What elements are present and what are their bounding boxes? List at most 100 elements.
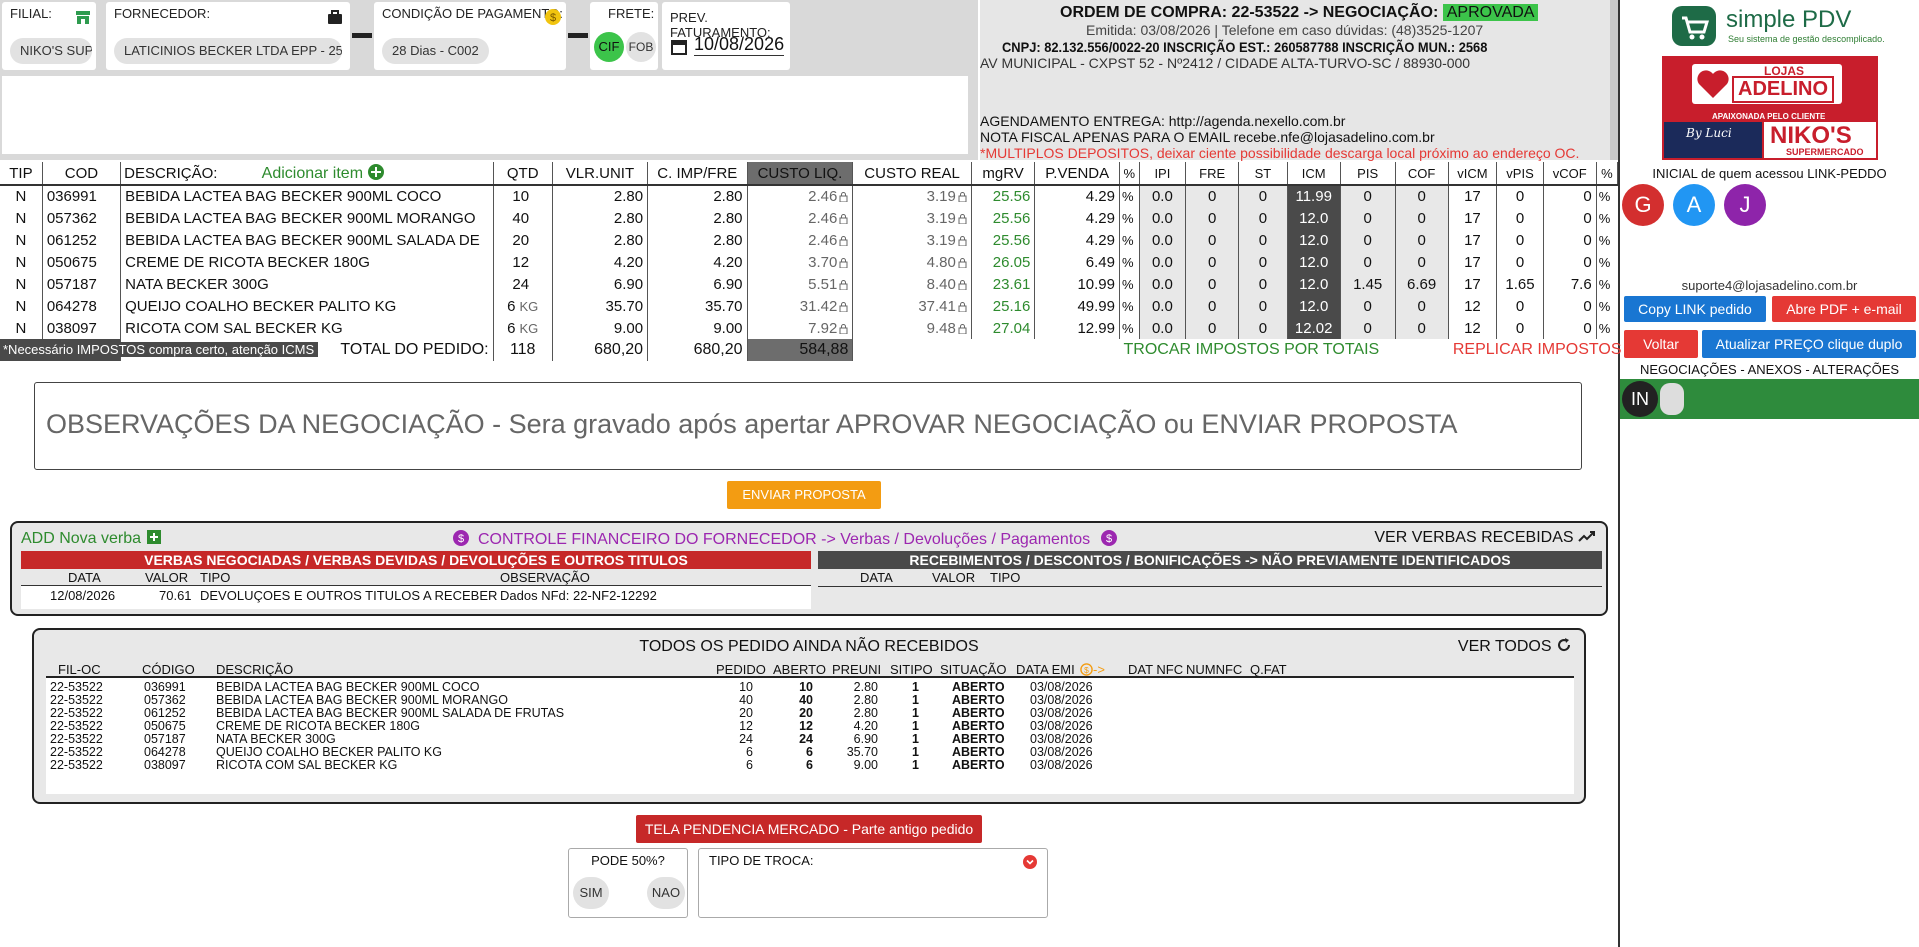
condicao-select[interactable]: CONDIÇÃO DE PAGAMENTO: $ 28 Dias - C002	[374, 2, 566, 70]
item-qtd[interactable]: 24	[493, 273, 553, 295]
item-pis[interactable]: 0	[1340, 229, 1396, 251]
item-p-venda[interactable]: 49.99	[1034, 295, 1120, 317]
item-ipi[interactable]: 0.0	[1139, 295, 1187, 317]
pedido-row[interactable]: 22-53522 036991 BEBIDA LACTEA BAG BECKER 9…	[46, 680, 1574, 694]
item-icm[interactable]: 11.99	[1287, 185, 1341, 207]
item-cof[interactable]: 0	[1395, 207, 1449, 229]
pedido-row[interactable]: 22-53522 038097 RICOTA COM SAL BECKER KG 6 6…	[46, 758, 1574, 772]
item-row[interactable]: N 057362 BEBIDA LACTEA BAG BECKER 900ML MO…	[0, 207, 1618, 229]
item-st[interactable]: 0	[1238, 229, 1288, 251]
item-p-venda[interactable]: 4.29	[1034, 185, 1120, 207]
item-fre[interactable]: 0	[1185, 185, 1240, 207]
item-st[interactable]: 0	[1238, 273, 1288, 295]
in-avatar[interactable]: IN	[1622, 381, 1658, 417]
item-pis[interactable]: 0	[1340, 251, 1396, 273]
item-p-venda[interactable]: 4.29	[1034, 229, 1120, 251]
ver-todos-button[interactable]: VER TODOS	[1458, 637, 1572, 656]
item-pis[interactable]: 1.45	[1340, 273, 1396, 295]
item-vlr-unit[interactable]: 6.90	[552, 273, 649, 295]
item-vlr-unit[interactable]: 35.70	[552, 295, 649, 317]
item-ipi[interactable]: 0.0	[1139, 251, 1187, 273]
add-verba-button[interactable]: ADD Nova verba	[21, 529, 162, 548]
sim-option[interactable]: SIM	[573, 877, 609, 909]
replicar-impostos-button[interactable]: REPLICAR IMPOSTOS	[1453, 341, 1622, 359]
item-icm[interactable]: 12.0	[1287, 229, 1341, 251]
item-row[interactable]: N 050675 CREME DE RICOTA BECKER 180G 12 4.20…	[0, 251, 1618, 273]
item-qtd[interactable]: 40	[493, 207, 553, 229]
item-fre[interactable]: 0	[1185, 229, 1240, 251]
item-icm[interactable]: 12.02	[1287, 317, 1341, 339]
item-p-venda[interactable]: 4.29	[1034, 207, 1120, 229]
item-fre[interactable]: 0	[1185, 251, 1240, 273]
item-row[interactable]: N 057187 NATA BECKER 300G 24 6.90 6.90 5.51 8.4…	[0, 273, 1618, 295]
pedido-row[interactable]: 22-53522 064278 QUEIJO COALHO BECKER PALIT…	[46, 745, 1574, 759]
item-qtd[interactable]: 10	[493, 185, 553, 207]
item-st[interactable]: 0	[1238, 317, 1288, 339]
item-row[interactable]: N 036991 BEBIDA LACTEA BAG BECKER 900ML CO…	[0, 185, 1618, 207]
item-fre[interactable]: 0	[1185, 273, 1240, 295]
item-vlr-unit[interactable]: 2.80	[552, 185, 649, 207]
item-row[interactable]: N 061252 BEBIDA LACTEA BAG BECKER 900ML SA…	[0, 229, 1618, 251]
item-icm[interactable]: 12.0	[1287, 273, 1341, 295]
item-vlr-unit[interactable]: 9.00	[552, 317, 649, 339]
agendamento-link[interactable]: AGENDAMENTO ENTREGA: http://agenda.nexel…	[980, 113, 1345, 129]
trocar-impostos-button[interactable]: TROCAR IMPOSTOS POR TOTAIS	[1123, 341, 1379, 359]
item-fre[interactable]: 0	[1185, 295, 1240, 317]
pedido-row[interactable]: 22-53522 050675 CREME DE RICOTA BECKER 180…	[46, 719, 1574, 733]
item-vlr-unit[interactable]: 4.20	[552, 251, 649, 273]
item-cof[interactable]: 6.69	[1395, 273, 1449, 295]
item-icm[interactable]: 12.0	[1287, 251, 1341, 273]
pedido-row[interactable]: 22-53522 057187 NATA BECKER 300G 24 24 6.90 1 A…	[46, 732, 1574, 746]
user-avatar[interactable]: A	[1673, 184, 1715, 226]
item-pis[interactable]: 0	[1340, 185, 1396, 207]
item-ipi[interactable]: 0.0	[1139, 229, 1187, 251]
item-cof[interactable]: 0	[1395, 229, 1449, 251]
filial-select[interactable]: FILIAL: NIKO'S SUP...	[2, 2, 96, 70]
item-cof[interactable]: 0	[1395, 317, 1449, 339]
order-scrollbar[interactable]	[1610, 0, 1618, 160]
pedido-row[interactable]: 22-53522 061252 BEBIDA LACTEA BAG BECKER 9…	[46, 706, 1574, 720]
item-cof[interactable]: 0	[1395, 295, 1449, 317]
item-qtd[interactable]: 6 KG	[493, 295, 553, 317]
fornecedor-select[interactable]: FORNECEDOR: LATICINIOS BECKER LTDA EPP -…	[106, 2, 350, 70]
item-pis[interactable]: 0	[1340, 207, 1396, 229]
item-cof[interactable]: 0	[1395, 251, 1449, 273]
item-icm[interactable]: 12.0	[1287, 207, 1341, 229]
user-avatar[interactable]: G	[1622, 184, 1664, 226]
verba-row[interactable]: 12/08/2026 70.61 DEVOLUÇOES E OUTROS TITUL…	[21, 586, 811, 604]
prev-faturamento-input[interactable]: 10/08/2026	[694, 34, 784, 56]
item-p-venda[interactable]: 12.99	[1034, 317, 1120, 339]
item-st[interactable]: 0	[1238, 185, 1288, 207]
item-ipi[interactable]: 0.0	[1139, 207, 1187, 229]
item-icm[interactable]: 12.0	[1287, 295, 1341, 317]
voltar-button[interactable]: Voltar	[1624, 330, 1698, 358]
observation-textarea-top[interactable]	[2, 76, 968, 154]
tela-pendencia-button[interactable]: TELA PENDENCIA MERCADO - Parte antigo pe…	[636, 815, 982, 843]
item-p-venda[interactable]: 6.49	[1034, 251, 1120, 273]
item-st[interactable]: 0	[1238, 295, 1288, 317]
item-pis[interactable]: 0	[1340, 317, 1396, 339]
item-qtd[interactable]: 6 KG	[493, 317, 553, 339]
item-row[interactable]: N 064278 QUEIJO COALHO BECKER PALITO KG 6 KG…	[0, 295, 1618, 317]
item-qtd[interactable]: 20	[493, 229, 553, 251]
user-avatar[interactable]: J	[1724, 184, 1766, 226]
item-row[interactable]: N 038097 RICOTA COM SAL BECKER KG 6 KG 9.00 9.…	[0, 317, 1618, 339]
item-fre[interactable]: 0	[1185, 207, 1240, 229]
observacoes-textarea[interactable]: OBSERVAÇÕES DA NEGOCIAÇÃO - Sera gravado…	[34, 382, 1582, 470]
item-ipi[interactable]: 0.0	[1139, 317, 1187, 339]
frete-cif-option[interactable]: CIF	[594, 32, 624, 62]
ver-verbas-button[interactable]: VER VERBAS RECEBIDAS	[1374, 529, 1596, 547]
tipo-troca-select[interactable]: TIPO DE TROCA:	[698, 848, 1048, 918]
pedido-row[interactable]: 22-53522 057362 BEBIDA LACTEA BAG BECKER 9…	[46, 693, 1574, 707]
item-pis[interactable]: 0	[1340, 295, 1396, 317]
frete-fob-option[interactable]: FOB	[626, 32, 656, 62]
toggle-switch[interactable]	[1660, 383, 1684, 415]
item-qtd[interactable]: 12	[493, 251, 553, 273]
nao-option[interactable]: NAO	[647, 877, 685, 909]
add-item-button[interactable]: Adicionar item	[262, 164, 386, 182]
atualizar-preco-button[interactable]: Atualizar PREÇO clique duplo	[1702, 330, 1916, 358]
abre-pdf-button[interactable]: Abre PDF + e-mail	[1772, 296, 1916, 322]
item-p-venda[interactable]: 10.99	[1034, 273, 1120, 295]
item-vlr-unit[interactable]: 2.80	[552, 207, 649, 229]
item-fre[interactable]: 0	[1185, 317, 1240, 339]
